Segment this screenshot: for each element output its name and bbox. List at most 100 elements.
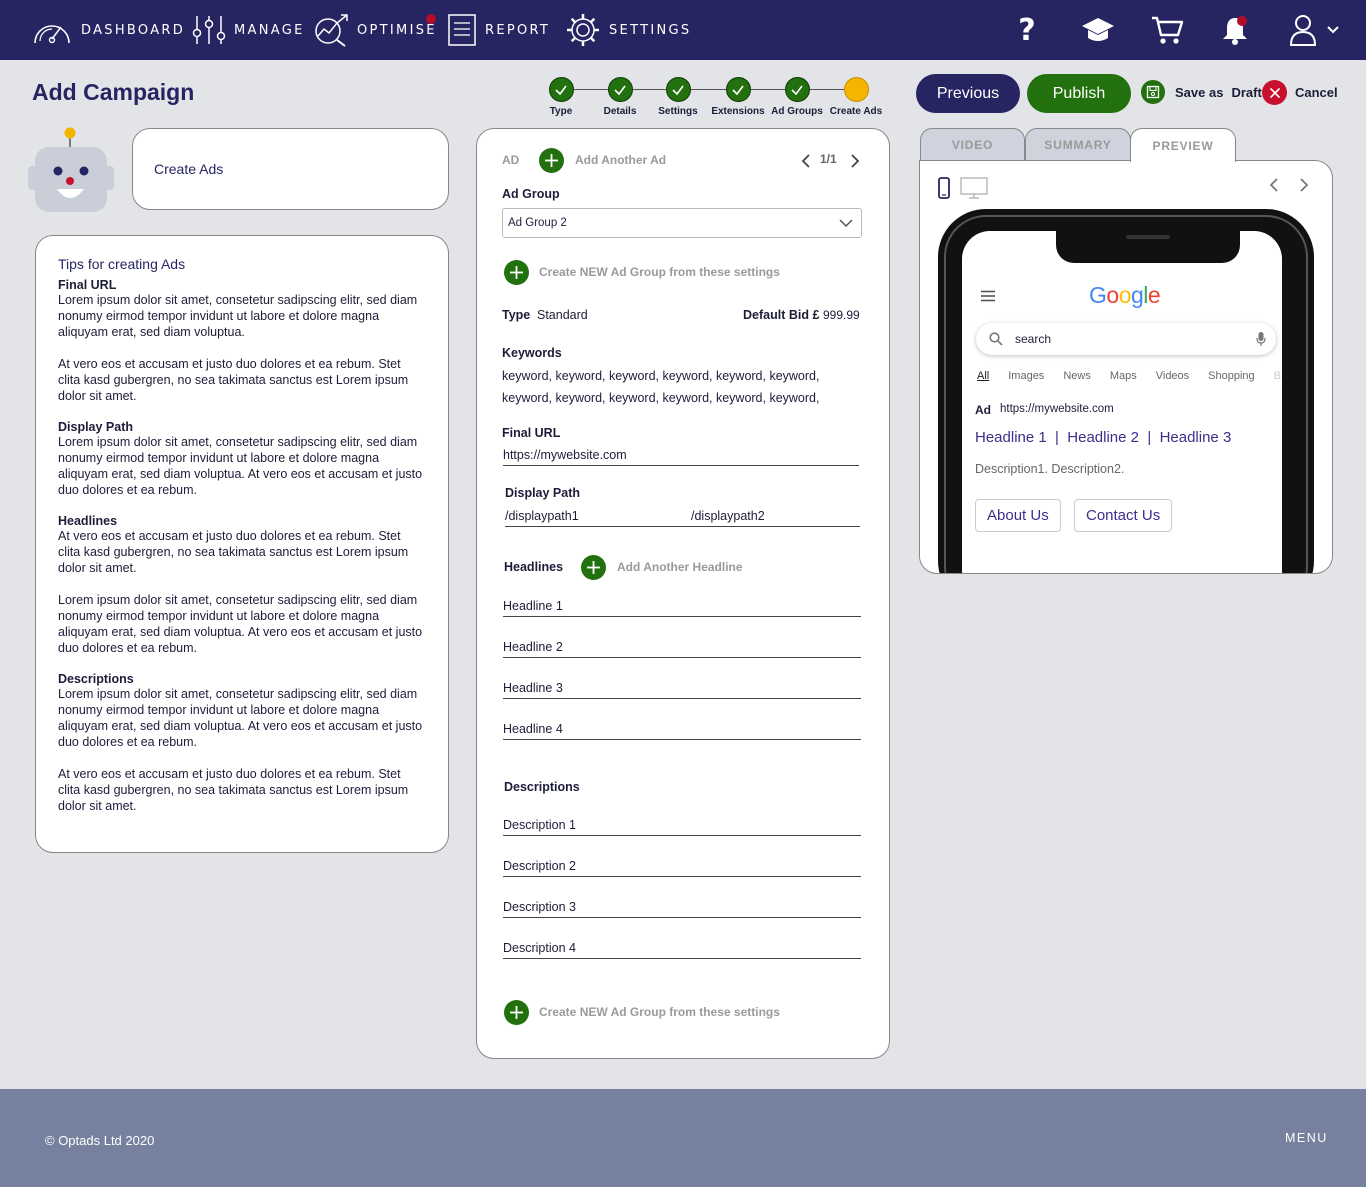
description-input[interactable]: Description 2 <box>503 859 861 877</box>
display-path2-input[interactable]: /displaypath2 <box>691 509 765 523</box>
headline-input[interactable]: Headline 2 <box>503 640 861 658</box>
copyright-text: © Optads Ltd 2020 <box>45 1133 155 1148</box>
type-value: Standard <box>537 308 588 322</box>
tip-text: Lorem ipsum dolor sit amet, consetetur s… <box>58 435 423 497</box>
display-path-row: /displaypath1 /displaypath2 <box>505 509 860 527</box>
nav-report[interactable]: REPORT <box>447 0 550 60</box>
step-create-ads[interactable]: Create Ads <box>821 77 891 117</box>
headline-input[interactable]: Headline 1 <box>503 599 861 617</box>
robot-assistant-icon <box>28 127 114 212</box>
ad-badge: Ad <box>975 403 991 417</box>
speedometer-icon <box>34 25 70 44</box>
notifications-button[interactable] <box>1218 0 1252 60</box>
check-icon <box>607 77 633 102</box>
top-navigation-bar: DASHBOARD MANAGE OPTIMISE REPORT SETTING… <box>0 0 1366 60</box>
sitelink-contact-us[interactable]: Contact Us <box>1074 499 1173 532</box>
publish-button[interactable]: Publish <box>1027 74 1131 113</box>
nav-optimise-label: OPTIMISE <box>357 22 437 38</box>
ad-description: Description1. Description2. <box>975 462 1125 476</box>
tab-video[interactable]: VIDEO <box>920 128 1025 161</box>
nav-settings-label: SETTINGS <box>609 22 692 38</box>
chevron-right-icon[interactable] <box>1299 178 1309 192</box>
learning-button[interactable] <box>1078 0 1118 60</box>
google-tab[interactable]: Shopping <box>1208 370 1255 382</box>
tab-preview[interactable]: PREVIEW <box>1130 128 1236 162</box>
ad-group-select[interactable]: Ad Group 2 <box>502 208 862 238</box>
graduation-cap-icon <box>1082 18 1114 41</box>
microphone-icon[interactable] <box>1256 331 1266 347</box>
bell-notification-dot <box>1237 16 1247 26</box>
descriptions-label: Descriptions <box>504 780 580 794</box>
google-tab[interactable]: All <box>977 370 989 382</box>
description-input[interactable]: Description 4 <box>503 941 861 959</box>
google-tab[interactable]: Images <box>1008 370 1044 382</box>
plus-icon <box>510 266 523 279</box>
add-ad-button[interactable] <box>539 148 564 173</box>
sliders-icon <box>192 16 226 44</box>
mobile-device-icon[interactable] <box>938 177 950 199</box>
help-icon: ? <box>1018 12 1036 48</box>
chevron-left-icon[interactable] <box>801 154 811 168</box>
google-tab[interactable]: Maps <box>1110 370 1137 382</box>
sitelink-about-us[interactable]: About Us <box>975 499 1061 532</box>
nav-optimise[interactable]: OPTIMISE <box>313 0 437 60</box>
tip-text: At vero eos et accusam et justo duo dolo… <box>58 357 409 403</box>
tip-text: Lorem ipsum dolor sit amet, consetetur s… <box>58 293 418 339</box>
add-headline-button[interactable] <box>581 555 606 580</box>
previous-button[interactable]: Previous <box>916 74 1020 113</box>
create-ad-group-button[interactable] <box>504 260 529 285</box>
desktop-device-icon[interactable] <box>960 177 988 199</box>
google-search-bar[interactable]: search <box>976 323 1276 355</box>
nav-settings[interactable]: SETTINGS <box>565 0 691 60</box>
nav-dashboard[interactable]: DASHBOARD <box>31 0 185 60</box>
ad-pager: 1/1 <box>820 152 837 166</box>
headline-input[interactable]: Headline 4 <box>503 722 861 740</box>
user-menu[interactable] <box>1284 0 1344 60</box>
google-tab[interactable]: Videos <box>1156 370 1189 382</box>
save-draft-label-1: Save as <box>1175 84 1224 100</box>
cancel-button[interactable]: Cancel <box>1262 80 1338 105</box>
default-bid-value[interactable]: 999.99 <box>823 308 860 322</box>
description-input[interactable]: Description 3 <box>503 900 861 918</box>
ad-display-url: https://mywebsite.com <box>1000 403 1114 415</box>
create-ad-group-label[interactable]: Create NEW Ad Group from these settings <box>539 265 780 279</box>
tip-heading: Display Path <box>58 420 134 434</box>
footer: © Optads Ltd 2020 MENU <box>0 1089 1366 1187</box>
add-headline-label[interactable]: Add Another Headline <box>617 560 743 574</box>
tab-summary[interactable]: SUMMARY <box>1025 128 1131 161</box>
save-draft-button[interactable]: Save as Draft <box>1141 80 1262 104</box>
default-bid-label: Default Bid £ <box>743 308 820 322</box>
tip-heading: Final URL <box>58 278 117 292</box>
help-button[interactable]: ? <box>1012 0 1042 60</box>
footer-menu-link[interactable]: MENU <box>1285 1131 1328 1145</box>
google-tab[interactable]: B <box>1274 370 1281 382</box>
google-tabs: All Images News Maps Videos Shopping B <box>977 370 1300 382</box>
keywords-label: Keywords <box>502 346 562 360</box>
google-logo: Google <box>1089 282 1161 308</box>
nav-manage-label: MANAGE <box>234 22 305 38</box>
headline-input[interactable]: Headline 3 <box>503 681 861 699</box>
hamburger-menu-icon[interactable] <box>980 290 996 302</box>
tip-heading: Descriptions <box>58 672 134 686</box>
chevron-right-icon[interactable] <box>850 154 860 168</box>
trend-magnify-icon <box>315 14 348 47</box>
ad-preview-panel: Google search All Images News Maps Video… <box>919 160 1333 574</box>
check-icon <box>665 77 691 102</box>
create-ad-group-bottom-label[interactable]: Create NEW Ad Group from these settings <box>539 1005 780 1019</box>
ad-headline-link[interactable]: Headline 1 | Headline 2 | Headline 3 <box>975 429 1231 446</box>
plus-icon <box>587 561 600 574</box>
ad-group-value: Ad Group 2 <box>508 217 567 229</box>
display-path1-input[interactable]: /displaypath1 <box>505 509 579 523</box>
final-url-input[interactable]: https://mywebsite.com <box>503 448 859 466</box>
chevron-left-icon[interactable] <box>1269 178 1279 192</box>
report-doc-icon <box>448 14 476 46</box>
google-tab[interactable]: News <box>1063 370 1091 382</box>
cart-button[interactable] <box>1148 0 1186 60</box>
create-ad-group-bottom-button[interactable] <box>504 1000 529 1025</box>
add-another-ad-label[interactable]: Add Another Ad <box>575 153 666 167</box>
ad-group-label: Ad Group <box>502 187 560 201</box>
description-input[interactable]: Description 1 <box>503 818 861 836</box>
nav-manage[interactable]: MANAGE <box>192 0 305 60</box>
search-input[interactable]: search <box>1015 332 1051 346</box>
chevron-down-icon <box>1327 26 1339 34</box>
